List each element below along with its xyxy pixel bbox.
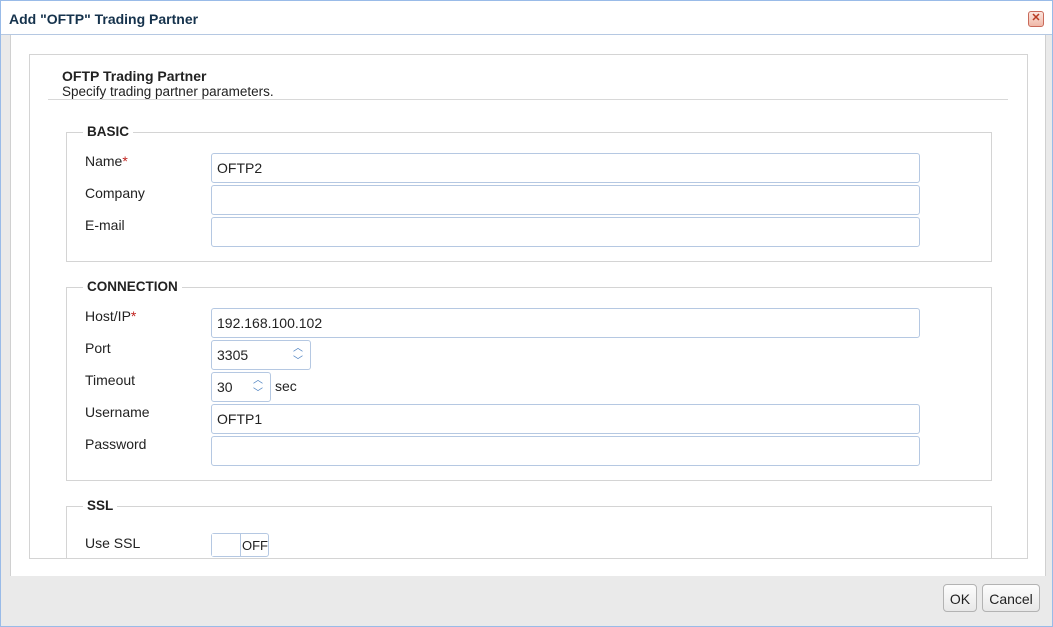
panel-title: OFTP Trading Partner: [62, 68, 207, 84]
panel-divider: [48, 99, 1008, 100]
connection-legend: CONNECTION: [83, 279, 182, 294]
port-spinner[interactable]: ︿ ﹀: [288, 342, 308, 368]
port-stepper[interactable]: 3305 ︿ ﹀: [211, 340, 311, 370]
username-input[interactable]: [211, 404, 920, 434]
password-input[interactable]: [211, 436, 920, 466]
connection-fieldset: CONNECTION Host/IP* Port 3305 ︿ ﹀ Timeou…: [66, 279, 992, 481]
host-label: Host/IP*: [85, 308, 137, 324]
timeout-spinner[interactable]: ︿ ﹀: [248, 374, 268, 400]
port-value: 3305: [217, 347, 249, 363]
dialog-footer: OK Cancel: [1, 577, 1052, 626]
use-ssl-label: Use SSL: [85, 535, 141, 551]
dialog-title: Add "OFTP" Trading Partner: [9, 11, 199, 27]
timeout-unit: sec: [275, 378, 297, 394]
timeout-stepper[interactable]: 30 ︿ ﹀: [211, 372, 271, 402]
host-input[interactable]: [211, 308, 920, 338]
timeout-label: Timeout: [85, 372, 136, 388]
ssl-legend: SSL: [83, 498, 118, 513]
name-label: Name*: [85, 153, 128, 169]
chevron-down-icon[interactable]: ﹀: [288, 355, 308, 368]
toggle-state: OFF: [242, 538, 268, 553]
ok-button[interactable]: OK: [943, 584, 977, 612]
company-input[interactable]: [211, 185, 920, 215]
port-label: Port: [85, 340, 111, 356]
name-input[interactable]: [211, 153, 920, 183]
panel-subtitle: Specify trading partner parameters.: [62, 84, 274, 99]
company-label: Company: [85, 185, 145, 201]
use-ssl-toggle[interactable]: OFF: [211, 533, 269, 557]
cancel-button[interactable]: Cancel: [982, 584, 1040, 612]
add-trading-partner-dialog: Add "OFTP" Trading Partner ✕ OFTP Tradin…: [0, 0, 1053, 627]
required-marker: *: [130, 308, 137, 324]
basic-fieldset: BASIC Name* Company E-mail: [66, 124, 992, 262]
chevron-up-icon[interactable]: ︿: [288, 342, 308, 355]
trading-partner-panel: OFTP Trading Partner Specify trading par…: [29, 54, 1028, 559]
basic-legend: BASIC: [83, 124, 134, 139]
required-marker: *: [122, 153, 128, 169]
ssl-fieldset: SSL Use SSL OFF: [66, 498, 992, 558]
password-label: Password: [85, 436, 147, 452]
dialog-body: OFTP Trading Partner Specify trading par…: [10, 35, 1046, 576]
dialog-titlebar[interactable]: Add "OFTP" Trading Partner ✕: [1, 1, 1052, 35]
username-label: Username: [85, 404, 150, 420]
toggle-knob[interactable]: [212, 534, 241, 556]
email-label: E-mail: [85, 217, 125, 233]
email-input[interactable]: [211, 217, 920, 247]
chevron-up-icon[interactable]: ︿: [248, 374, 268, 387]
timeout-value: 30: [217, 379, 233, 395]
close-icon[interactable]: ✕: [1028, 11, 1044, 27]
chevron-down-icon[interactable]: ﹀: [248, 387, 268, 400]
